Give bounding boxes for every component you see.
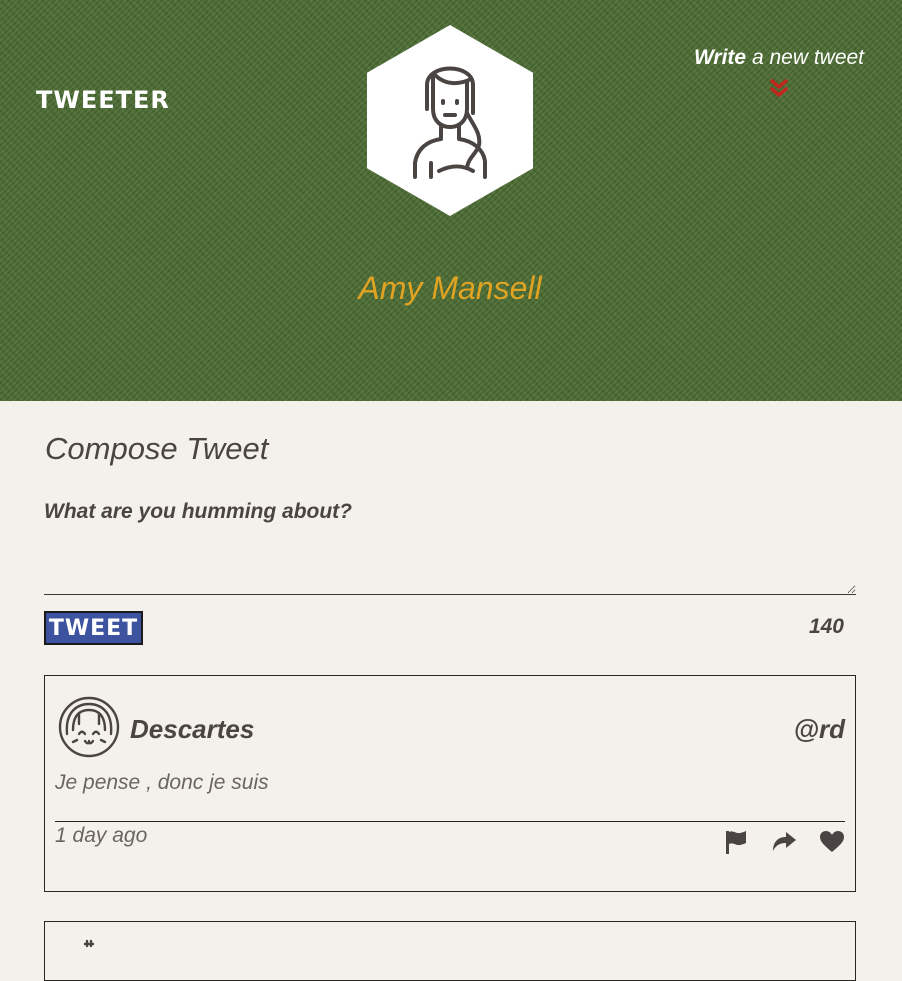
user-avatar-icon <box>413 66 487 179</box>
tweet-text: Je pense , donc je suis <box>55 771 269 794</box>
write-label: Write <box>693 46 747 69</box>
retweet-icon[interactable] <box>771 830 797 859</box>
heart-icon[interactable] <box>819 830 845 859</box>
tweet-timestamp: 1 day ago <box>55 824 148 847</box>
profile-header: TWEETER Write a new tweet Amy Mansell <box>0 0 902 401</box>
tweet-divider <box>55 821 845 822</box>
tweet-actions <box>723 830 845 856</box>
tweet-input[interactable] <box>44 500 856 595</box>
char-counter: 140 <box>808 615 844 638</box>
user-avatar-icon <box>58 696 120 758</box>
tweet-button[interactable]: TWEET <box>44 611 143 645</box>
user-avatar-icon <box>83 939 95 948</box>
brand-logo[interactable]: TWEETER <box>36 86 170 114</box>
profile-avatar <box>367 25 533 216</box>
tweet-card: Descartes @rd Je pense , donc je suis 1 … <box>44 675 856 892</box>
tweet-author-name: Descartes <box>130 714 255 744</box>
write-new-tweet-link[interactable]: Write a new tweet <box>690 46 868 70</box>
flag-icon[interactable] <box>723 830 747 859</box>
tweet-author-handle: @rd <box>793 714 845 744</box>
chevron-double-down-icon[interactable] <box>769 78 789 98</box>
tweet-card <box>44 921 856 981</box>
write-rest-label: a new tweet <box>746 46 865 69</box>
compose-title: Compose Tweet <box>45 431 269 466</box>
profile-username: Amy Mansell <box>358 270 542 306</box>
